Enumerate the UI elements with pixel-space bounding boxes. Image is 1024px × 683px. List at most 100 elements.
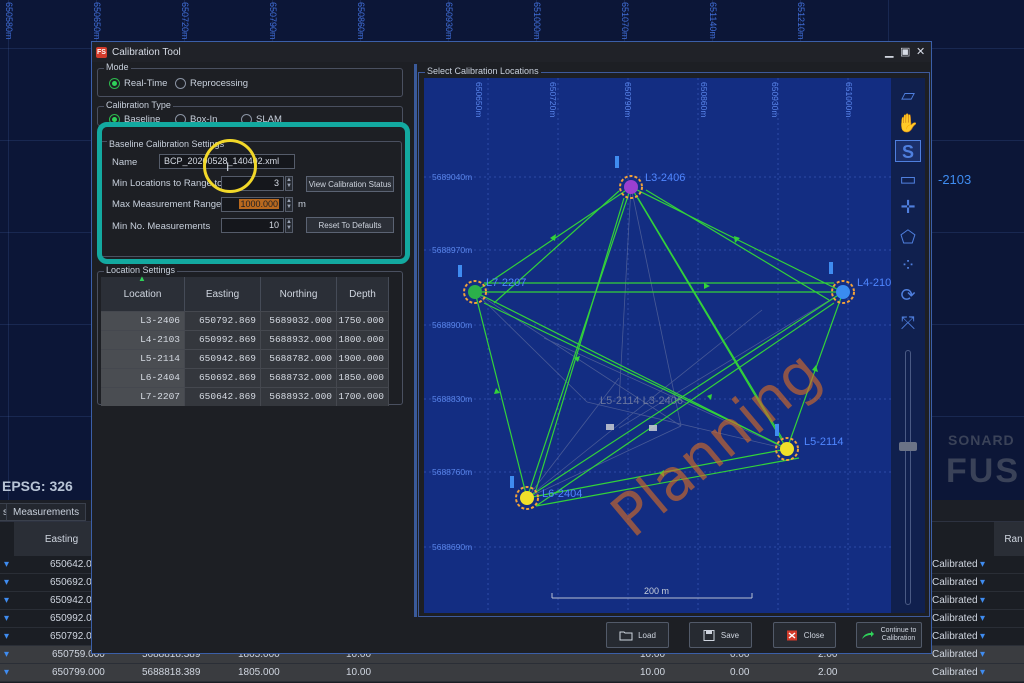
sort-asc-icon: ▲ xyxy=(138,274,146,283)
cell-easting: 650992.0 xyxy=(50,613,92,624)
cell-location: L7-2207 xyxy=(101,388,185,406)
station-l7-2207: L7-2207 xyxy=(458,265,526,304)
cell-status[interactable]: Calibrated xyxy=(932,667,978,678)
polygon-icon[interactable]: ⬠ xyxy=(895,226,921,248)
bg-tick-label: 650790m xyxy=(268,2,278,40)
row-menu-icon[interactable]: ▾ xyxy=(4,613,9,624)
continue-to-calibration-button[interactable]: Continue to Calibration xyxy=(856,622,922,648)
save-button[interactable]: Save xyxy=(689,622,752,648)
station-label: L3-2406 xyxy=(645,172,685,184)
folder-icon xyxy=(619,631,633,640)
bg-tick-label: 651070m xyxy=(620,2,630,40)
bg-tick-label: 650650m xyxy=(92,2,102,40)
radio-reprocessing[interactable]: Reprocessing xyxy=(175,78,248,89)
row-menu-icon[interactable]: ▾ xyxy=(4,631,9,642)
cell-depth: 1750.000 xyxy=(337,312,389,330)
calibration-map[interactable]: 650650m 650720m 650790m 650860m 650930m … xyxy=(424,78,891,613)
location-table-header: ▲ Location Easting Northing Depth xyxy=(101,274,389,311)
radio-label: Reprocessing xyxy=(190,78,249,89)
epsg-label: EPSG: 326 xyxy=(2,478,73,494)
col-northing[interactable]: Northing xyxy=(261,277,337,311)
bg-tick-label: 651140m xyxy=(708,2,718,39)
cell-status[interactable]: Calibrated xyxy=(932,613,978,624)
x-tick-label: 650720m xyxy=(548,82,558,117)
status-dropdown-icon[interactable]: ▾ xyxy=(980,577,985,588)
lock-icon xyxy=(649,425,657,431)
ghost-station-label: L5-2114 L3-2406 xyxy=(600,395,683,407)
row-menu-icon[interactable]: ▾ xyxy=(4,667,9,678)
row-menu-icon[interactable]: ▾ xyxy=(4,649,9,660)
y-tick-label: 5688970m xyxy=(432,245,472,255)
cell-easting: 650642.869 xyxy=(185,388,261,406)
dialog-title: Calibration Tool xyxy=(112,46,181,58)
bg-tick-label: 650720m xyxy=(180,2,190,40)
radio-real-time[interactable]: Real-Time xyxy=(109,78,167,89)
station-label: L5-2114 xyxy=(804,436,844,448)
cell-location: L5-2114 xyxy=(101,350,185,368)
cell-easting: 650692.0 xyxy=(50,577,92,588)
app-logo-icon: FS xyxy=(96,46,107,58)
row-menu-icon[interactable]: ▾ xyxy=(4,577,9,588)
bg-col-range[interactable]: Ran xyxy=(994,522,1024,556)
crosshair-icon[interactable]: ✛ xyxy=(895,196,921,218)
table-row[interactable]: L7-2207 650642.869 5688932.000 1700.000 xyxy=(101,387,389,406)
minimize-icon[interactable]: ▁ xyxy=(885,45,893,58)
cell-depth: 1900.000 xyxy=(337,350,389,368)
ruler-icon[interactable]: ▭ xyxy=(895,168,921,190)
cell-easting: 650942.869 xyxy=(185,350,261,368)
cell-status[interactable]: Calibrated xyxy=(932,577,978,588)
location-table: ▲ Location Easting Northing Depth L3-240… xyxy=(101,274,389,406)
close-button[interactable]: Close xyxy=(773,622,836,648)
table-row[interactable]: L5-2114 650942.869 5688782.000 1900.000 xyxy=(101,349,389,368)
col-location[interactable]: ▲ Location xyxy=(101,274,185,311)
zoom-slider-track[interactable] xyxy=(905,350,911,605)
cell-status[interactable]: Calibrated xyxy=(932,631,978,642)
cell-depth: 1805.000 xyxy=(238,667,280,678)
table-row[interactable]: ▾ 650799.000 5688818.389 1805.000 10.00 … xyxy=(0,664,1024,682)
station-label: L7-2207 xyxy=(486,277,526,289)
x-tick-label: 650930m xyxy=(770,82,780,117)
panel-splitter[interactable] xyxy=(414,64,417,617)
select-tool-icon[interactable]: S xyxy=(895,140,921,162)
status-dropdown-icon[interactable]: ▾ xyxy=(980,613,985,624)
y-tick-label: 5688900m xyxy=(432,320,472,330)
y-tick-label: 5688760m xyxy=(432,467,472,477)
status-dropdown-icon[interactable]: ▾ xyxy=(980,631,985,642)
cell-value: 0.00 xyxy=(730,667,750,678)
circle-points-icon[interactable]: ⁘ xyxy=(895,254,921,276)
dialog-titlebar[interactable]: FS Calibration Tool xyxy=(92,42,931,62)
cell-status[interactable]: Calibrated xyxy=(932,649,978,660)
close-icon[interactable]: ✕ xyxy=(916,45,925,58)
refresh-icon[interactable]: ⟳ xyxy=(895,284,921,306)
cell-depth: 1850.000 xyxy=(337,369,389,387)
select-locations-label: Select Calibration Locations xyxy=(425,66,541,76)
tab-measurements[interactable]: Measurements xyxy=(6,503,87,521)
row-menu-icon[interactable]: ▾ xyxy=(4,595,9,606)
map-toolbar: ▱ ✋ S ▭ ✛ ⬠ ⁘ ⟳ ⤧ xyxy=(891,78,925,613)
col-depth[interactable]: Depth xyxy=(337,277,389,311)
cell-value: 2.00 xyxy=(818,667,838,678)
y-tick-label: 5688690m xyxy=(432,542,472,552)
status-dropdown-icon[interactable]: ▾ xyxy=(980,595,985,606)
pan-hand-icon[interactable]: ✋ xyxy=(895,112,921,134)
layers-icon[interactable]: ▱ xyxy=(895,84,921,106)
zoom-slider-thumb[interactable] xyxy=(899,442,917,451)
table-row[interactable]: L6-2404 650692.869 5688732.000 1850.000 xyxy=(101,368,389,387)
load-button[interactable]: Load xyxy=(606,622,669,648)
lock-icon xyxy=(606,424,614,430)
cell-status[interactable]: Calibrated xyxy=(932,595,978,606)
calibration-type-label: Calibration Type xyxy=(104,100,173,110)
table-row[interactable]: L3-2406 650792.869 5689032.000 1750.000 xyxy=(101,311,389,330)
maximize-icon[interactable]: ▣ xyxy=(900,45,910,58)
row-menu-icon[interactable]: ▾ xyxy=(4,559,9,570)
cell-easting: 650692.869 xyxy=(185,369,261,387)
cell-status[interactable]: Calibrated xyxy=(932,559,978,570)
status-dropdown-icon[interactable]: ▾ xyxy=(980,667,985,678)
table-row[interactable]: L4-2103 650992.869 5688932.000 1800.000 xyxy=(101,330,389,349)
col-easting[interactable]: Easting xyxy=(185,277,261,311)
status-dropdown-icon[interactable]: ▾ xyxy=(980,559,985,570)
status-dropdown-icon[interactable]: ▾ xyxy=(980,649,985,660)
cell-location: L6-2404 xyxy=(101,369,185,387)
zoom-extents-icon[interactable]: ⤧ xyxy=(895,312,921,334)
cell-easting: 650792.869 xyxy=(185,312,261,330)
